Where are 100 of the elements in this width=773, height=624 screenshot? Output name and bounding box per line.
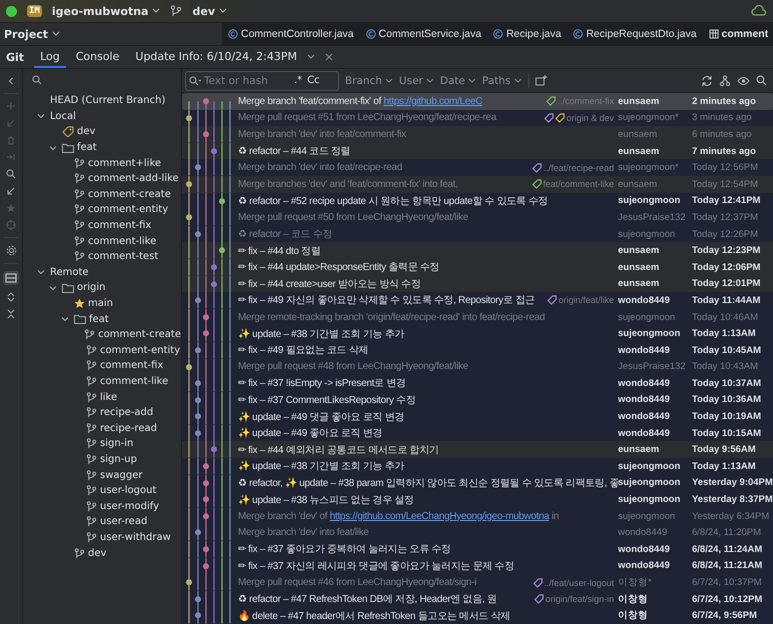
collapse-icon[interactable] — [6, 309, 16, 319]
editor-tab[interactable]: RecipeRequestDto.java — [567, 23, 703, 45]
branch-tree-item[interactable]: user-logout — [100, 485, 156, 496]
branch-tree-item[interactable]: comment+like — [88, 158, 162, 169]
commit-row[interactable]: ✨ update – #38 기간별 조회 기능 추가 sujeongmoon Today 1:13AM — [182, 325, 773, 342]
branch-tree-item[interactable]: comment-fix — [88, 220, 152, 232]
commit-row[interactable]: Merge branch 'feat/comment-fix' of https://github.com/LeeC ../comment-fix eunsaem 2 minutes ago — [182, 93, 773, 110]
commit-row[interactable]: Merge branch 'dev' of https://github.com/LeeChangHyeong/igeo-mubwotna in sujeongmoon Yesterday 6:34PM — [182, 508, 773, 524]
commit-row[interactable]: ✏ fix – #37 좋아요가 중복하여 눌러지는 오류 수정 wondo8449 6/8/24, 11:24AM — [182, 541, 773, 558]
editor-tab[interactable]: CommentService.java — [360, 23, 488, 45]
branch-tree-item[interactable]: feat — [89, 314, 109, 325]
layout-icon[interactable] — [3, 271, 19, 285]
branch-tree-item[interactable]: swagger — [100, 470, 142, 481]
branch-selector[interactable]: dev — [188, 4, 231, 18]
chevron-icon[interactable] — [61, 315, 69, 324]
branch-tree-item[interactable]: comment-create — [98, 329, 181, 340]
branch-tree-item[interactable]: recipe-add — [100, 407, 154, 418]
commit-row[interactable]: Merge pull request #46 from LeeChangHyeong/feat/sign-i ../feat/user-logout 이창형* 6/7/24, 10:37PM — [182, 574, 773, 591]
editor-tab[interactable]: comment — [702, 23, 768, 45]
eye-icon[interactable] — [737, 76, 750, 86]
chevron-down-icon — [514, 78, 522, 84]
search-icon[interactable] — [6, 169, 16, 179]
commit-row[interactable]: ✨ update – #38 기간별 조회 기능 추가 sujeongmoon Today 1:13AM — [182, 458, 773, 475]
arrow-icon[interactable] — [6, 186, 16, 196]
commit-row[interactable]: ✨ update – #49 좋아요 로직 변경 wondo8449 Today 10:15AM — [182, 424, 773, 442]
match-case-toggle[interactable]: Cc — [306, 75, 321, 86]
branch-tree-item[interactable]: user-modify — [100, 500, 160, 512]
chevron-icon[interactable] — [37, 112, 45, 120]
chevron-down-icon[interactable] — [306, 54, 315, 60]
commit-row[interactable]: ♻ refactor – #47 RefreshToken DB에 저장, Header엔 없음, 원 origin/feat/sign-in 이창형 6/7/24, 10:12PM — [182, 590, 773, 608]
filter-dropdown[interactable]: User — [399, 74, 434, 86]
search-field[interactable]: Text or hash .* Cc — [185, 70, 339, 90]
filter-dropdown[interactable]: Paths — [482, 74, 522, 86]
commit-row[interactable]: ✏ fix – #37 자신의 레시피와 댓글에 좋아요가 눌러지는 문제 수정 wondo8449 6/8/24, 11:21AM — [182, 558, 773, 574]
commit-row[interactable]: ♻ refactor, ✨ update – #38 param 입력하지 않아도 최신순 정렬될 수 있도록 리팩토링, 좋sujeongmoon Yesterday 9:04PM — [182, 474, 773, 492]
editor-tab[interactable]: Recipe.java — [487, 23, 568, 45]
branch-tree-item[interactable]: comment-entity — [100, 344, 180, 356]
search-icon[interactable] — [756, 75, 767, 86]
commit-row[interactable]: Merge pull request #50 from LeeChangHyeong/feat/like JesusPraise132 Today 12:37PM — [182, 209, 773, 226]
editor-tab[interactable]: CommentController.java — [222, 23, 360, 45]
commit-row[interactable]: Merge branch 'dev' into feat/recipe-read ../feat/recipe-read sujeongmoon* Today 12:56PM — [182, 159, 773, 176]
branch-tree-item[interactable]: Remote — [50, 266, 89, 278]
chevron-left-icon[interactable] — [6, 76, 16, 86]
branch-graph-icon[interactable] — [719, 74, 731, 86]
branch-tree-item[interactable]: comment-like — [100, 376, 168, 387]
commit-row[interactable]: ♻ refactor – #52 recipe update 시 원하는 항목만 update할 수 있도록 수정 sujeongmoon Today 12:41PM — [182, 192, 773, 210]
branch-tree-item[interactable]: comment-like — [88, 236, 156, 247]
branch-tree-item[interactable]: comment-add-like — [88, 173, 179, 184]
branch-tree-item[interactable]: like — [100, 392, 118, 403]
star-icon[interactable] — [6, 203, 16, 213]
branch-tree-item[interactable]: dev — [77, 126, 96, 138]
tool-tab[interactable]: Update Info: 6/10/24, 2:43PM — [129, 46, 303, 68]
branch-tree-item[interactable]: recipe-read — [100, 422, 157, 434]
branch-tree-item[interactable]: sign-in — [100, 438, 134, 450]
close-icon[interactable] — [324, 53, 333, 61]
cloud-icon[interactable] — [751, 5, 767, 17]
branch-tree-item[interactable]: comment-test — [88, 251, 158, 262]
branch-tree-item[interactable]: sign-up — [100, 454, 137, 465]
branch-tree-item[interactable]: main — [88, 298, 113, 310]
branch-tree-item[interactable]: dev — [88, 548, 106, 559]
settings-icon[interactable] — [6, 245, 16, 256]
window-control-icon[interactable] — [6, 6, 17, 16]
branch-tree-item[interactable]: origin — [77, 282, 106, 294]
chevron-icon[interactable] — [37, 268, 45, 276]
commit-row[interactable]: 🔥 delete – #47 header에서 RefreshToken 들고오는 메서드 삭제 이창형 6/7/24, 9:56PM — [182, 607, 773, 624]
branch-tree-item[interactable]: user-withdraw — [100, 532, 171, 543]
project-panel-button[interactable]: Project — [0, 28, 222, 40]
filter-dropdown[interactable]: Branch — [345, 74, 394, 86]
tool-tab[interactable]: Console — [70, 46, 126, 68]
chevron-icon[interactable] — [49, 284, 57, 292]
link[interactable]: https://github.com/LeeChangHyeong/igeo-mubwotna — [330, 510, 550, 522]
branch-tree-item[interactable]: Local — [50, 110, 76, 122]
new-tab-icon[interactable] — [534, 75, 547, 86]
commit-row[interactable]: Merge pull request #51 from LeeChangHyeong/feat/recipe-rea origin & dev sujeongmoon* 3 minutes ago — [182, 110, 773, 126]
commit-row[interactable]: ✏ fix – #49 자신의 좋아요만 삭제할 수 있도록 수정, Repository로 접근 origin/feat/like wondo8449 Today 11:44AM — [182, 292, 773, 309]
filter-dropdown[interactable]: Date — [440, 74, 476, 86]
branch-tree-item[interactable]: user-read — [100, 516, 148, 528]
commit-row[interactable]: ✏ fix – #49 필요없는 코드 삭제 wondo8449 Today 10:45AM — [182, 342, 773, 358]
commit-row[interactable]: Merge remote-tracking branch 'origin/feat/recipe-read' into feat/recipe-read sujeongmoon Today 10:46AM — [182, 308, 773, 326]
branch-tree-item[interactable]: comment-create — [88, 188, 171, 200]
refresh-icon[interactable] — [701, 74, 713, 86]
commit-row[interactable]: ✏ fix – #37 !isEmpty -> isPresent로 변경 wondo8449 Today 10:37AM — [182, 375, 773, 392]
commit-row[interactable]: Merge pull request #48 from LeeChangHyeong/feat/like JesusPraise132 Today 10:43AM — [182, 358, 773, 376]
commit-row[interactable]: ✨ update – #49 댓글 좋아요 로직 변경 wondo8449 Today 10:19AM — [182, 408, 773, 425]
commit-row[interactable]: ✨ update – #38 뉴스피드 없는 경우 설정 sujeongmoon Yesterday 8:37PM — [182, 491, 773, 508]
branch-tree-item[interactable]: comment-fix — [100, 360, 164, 372]
project-badge: IM — [27, 5, 42, 17]
regex-toggle[interactable]: .* — [293, 75, 304, 86]
branch-tree-item[interactable]: feat — [77, 142, 97, 154]
search-icon[interactable] — [32, 75, 42, 85]
commit-row[interactable]: ♻ refactor – 코드 수정 sujeongmoon Today 12:26PM — [182, 226, 773, 242]
commit-row[interactable]: Merge branch 'dev' into feat/like wondo8449 6/8/24, 11:20PM — [182, 524, 773, 542]
chevron-icon[interactable] — [49, 144, 57, 152]
branch-icon — [74, 236, 85, 247]
project-selector[interactable]: igeo-mubwotna — [48, 4, 164, 18]
branch-tree-item[interactable]: HEAD (Current Branch) — [50, 95, 166, 106]
branch-tree-item[interactable]: comment-entity — [88, 204, 168, 216]
tool-tab[interactable]: Log — [34, 46, 66, 68]
commit-row[interactable]: ✏ fix – #37 CommentLikesRepository 수정 wondo8449 Today 10:36AM — [182, 392, 773, 408]
expand-icon[interactable] — [6, 292, 16, 302]
